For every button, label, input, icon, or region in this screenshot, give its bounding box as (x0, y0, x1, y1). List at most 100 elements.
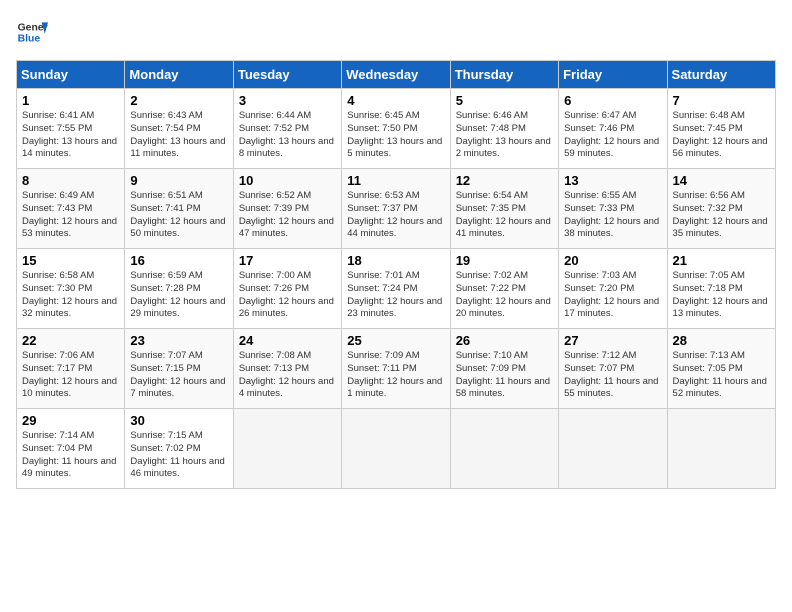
day-info: Sunrise: 6:55 AM Sunset: 7:33 PM Dayligh… (564, 190, 661, 241)
day-number: 24 (239, 333, 336, 348)
day-number: 5 (456, 93, 553, 108)
weekday-header-sunday: Sunday (17, 61, 125, 89)
day-info: Sunrise: 7:09 AM Sunset: 7:11 PM Dayligh… (347, 350, 444, 401)
day-number: 15 (22, 253, 119, 268)
calendar-cell (342, 409, 450, 489)
day-info: Sunrise: 6:48 AM Sunset: 7:45 PM Dayligh… (673, 110, 770, 161)
day-number: 23 (130, 333, 227, 348)
day-info: Sunrise: 7:05 AM Sunset: 7:18 PM Dayligh… (673, 270, 770, 321)
weekday-header-monday: Monday (125, 61, 233, 89)
day-number: 7 (673, 93, 770, 108)
day-info: Sunrise: 7:03 AM Sunset: 7:20 PM Dayligh… (564, 270, 661, 321)
calendar-cell (450, 409, 558, 489)
day-info: Sunrise: 6:49 AM Sunset: 7:43 PM Dayligh… (22, 190, 119, 241)
day-info: Sunrise: 7:12 AM Sunset: 7:07 PM Dayligh… (564, 350, 661, 401)
weekday-header-saturday: Saturday (667, 61, 775, 89)
weekday-header-tuesday: Tuesday (233, 61, 341, 89)
logo: General Blue (16, 16, 48, 48)
day-number: 27 (564, 333, 661, 348)
day-number: 20 (564, 253, 661, 268)
day-number: 3 (239, 93, 336, 108)
day-info: Sunrise: 7:02 AM Sunset: 7:22 PM Dayligh… (456, 270, 553, 321)
day-number: 11 (347, 173, 444, 188)
day-info: Sunrise: 6:45 AM Sunset: 7:50 PM Dayligh… (347, 110, 444, 161)
day-number: 18 (347, 253, 444, 268)
day-info: Sunrise: 7:10 AM Sunset: 7:09 PM Dayligh… (456, 350, 553, 401)
day-number: 22 (22, 333, 119, 348)
calendar-cell: 23 Sunrise: 7:07 AM Sunset: 7:15 PM Dayl… (125, 329, 233, 409)
day-info: Sunrise: 6:58 AM Sunset: 7:30 PM Dayligh… (22, 270, 119, 321)
calendar-cell: 4 Sunrise: 6:45 AM Sunset: 7:50 PM Dayli… (342, 89, 450, 169)
day-info: Sunrise: 6:53 AM Sunset: 7:37 PM Dayligh… (347, 190, 444, 241)
day-info: Sunrise: 7:01 AM Sunset: 7:24 PM Dayligh… (347, 270, 444, 321)
calendar-cell: 7 Sunrise: 6:48 AM Sunset: 7:45 PM Dayli… (667, 89, 775, 169)
day-info: Sunrise: 6:46 AM Sunset: 7:48 PM Dayligh… (456, 110, 553, 161)
calendar-cell: 25 Sunrise: 7:09 AM Sunset: 7:11 PM Dayl… (342, 329, 450, 409)
day-number: 13 (564, 173, 661, 188)
calendar-table: SundayMondayTuesdayWednesdayThursdayFrid… (16, 60, 776, 489)
day-number: 4 (347, 93, 444, 108)
day-number: 25 (347, 333, 444, 348)
calendar-cell: 26 Sunrise: 7:10 AM Sunset: 7:09 PM Dayl… (450, 329, 558, 409)
calendar-cell: 14 Sunrise: 6:56 AM Sunset: 7:32 PM Dayl… (667, 169, 775, 249)
logo-icon: General Blue (16, 16, 48, 48)
day-number: 6 (564, 93, 661, 108)
day-info: Sunrise: 7:15 AM Sunset: 7:02 PM Dayligh… (130, 430, 227, 481)
day-info: Sunrise: 6:54 AM Sunset: 7:35 PM Dayligh… (456, 190, 553, 241)
day-number: 14 (673, 173, 770, 188)
day-info: Sunrise: 7:00 AM Sunset: 7:26 PM Dayligh… (239, 270, 336, 321)
calendar-week-2: 8 Sunrise: 6:49 AM Sunset: 7:43 PM Dayli… (17, 169, 776, 249)
day-number: 10 (239, 173, 336, 188)
day-info: Sunrise: 6:52 AM Sunset: 7:39 PM Dayligh… (239, 190, 336, 241)
calendar-cell: 29 Sunrise: 7:14 AM Sunset: 7:04 PM Dayl… (17, 409, 125, 489)
calendar-week-4: 22 Sunrise: 7:06 AM Sunset: 7:17 PM Dayl… (17, 329, 776, 409)
calendar-cell: 16 Sunrise: 6:59 AM Sunset: 7:28 PM Dayl… (125, 249, 233, 329)
day-number: 19 (456, 253, 553, 268)
calendar-cell: 3 Sunrise: 6:44 AM Sunset: 7:52 PM Dayli… (233, 89, 341, 169)
calendar-cell: 6 Sunrise: 6:47 AM Sunset: 7:46 PM Dayli… (559, 89, 667, 169)
calendar-cell: 20 Sunrise: 7:03 AM Sunset: 7:20 PM Dayl… (559, 249, 667, 329)
day-info: Sunrise: 7:14 AM Sunset: 7:04 PM Dayligh… (22, 430, 119, 481)
page-header: General Blue (16, 16, 776, 48)
calendar-cell: 19 Sunrise: 7:02 AM Sunset: 7:22 PM Dayl… (450, 249, 558, 329)
day-info: Sunrise: 7:06 AM Sunset: 7:17 PM Dayligh… (22, 350, 119, 401)
calendar-cell: 13 Sunrise: 6:55 AM Sunset: 7:33 PM Dayl… (559, 169, 667, 249)
day-number: 30 (130, 413, 227, 428)
day-info: Sunrise: 7:07 AM Sunset: 7:15 PM Dayligh… (130, 350, 227, 401)
calendar-cell: 5 Sunrise: 6:46 AM Sunset: 7:48 PM Dayli… (450, 89, 558, 169)
calendar-cell: 17 Sunrise: 7:00 AM Sunset: 7:26 PM Dayl… (233, 249, 341, 329)
calendar-cell: 18 Sunrise: 7:01 AM Sunset: 7:24 PM Dayl… (342, 249, 450, 329)
calendar-week-3: 15 Sunrise: 6:58 AM Sunset: 7:30 PM Dayl… (17, 249, 776, 329)
calendar-cell: 24 Sunrise: 7:08 AM Sunset: 7:13 PM Dayl… (233, 329, 341, 409)
weekday-header-thursday: Thursday (450, 61, 558, 89)
calendar-cell (667, 409, 775, 489)
day-number: 17 (239, 253, 336, 268)
day-info: Sunrise: 6:51 AM Sunset: 7:41 PM Dayligh… (130, 190, 227, 241)
calendar-cell: 10 Sunrise: 6:52 AM Sunset: 7:39 PM Dayl… (233, 169, 341, 249)
svg-text:Blue: Blue (18, 34, 41, 45)
day-number: 8 (22, 173, 119, 188)
day-info: Sunrise: 7:08 AM Sunset: 7:13 PM Dayligh… (239, 350, 336, 401)
calendar-cell (233, 409, 341, 489)
calendar-cell: 27 Sunrise: 7:12 AM Sunset: 7:07 PM Dayl… (559, 329, 667, 409)
calendar-cell: 28 Sunrise: 7:13 AM Sunset: 7:05 PM Dayl… (667, 329, 775, 409)
day-number: 9 (130, 173, 227, 188)
calendar-cell: 21 Sunrise: 7:05 AM Sunset: 7:18 PM Dayl… (667, 249, 775, 329)
day-info: Sunrise: 6:47 AM Sunset: 7:46 PM Dayligh… (564, 110, 661, 161)
calendar-cell: 8 Sunrise: 6:49 AM Sunset: 7:43 PM Dayli… (17, 169, 125, 249)
day-info: Sunrise: 7:13 AM Sunset: 7:05 PM Dayligh… (673, 350, 770, 401)
day-number: 1 (22, 93, 119, 108)
day-info: Sunrise: 6:41 AM Sunset: 7:55 PM Dayligh… (22, 110, 119, 161)
weekday-header-wednesday: Wednesday (342, 61, 450, 89)
day-info: Sunrise: 6:43 AM Sunset: 7:54 PM Dayligh… (130, 110, 227, 161)
calendar-cell: 30 Sunrise: 7:15 AM Sunset: 7:02 PM Dayl… (125, 409, 233, 489)
day-number: 29 (22, 413, 119, 428)
day-number: 12 (456, 173, 553, 188)
calendar-week-1: 1 Sunrise: 6:41 AM Sunset: 7:55 PM Dayli… (17, 89, 776, 169)
calendar-cell: 1 Sunrise: 6:41 AM Sunset: 7:55 PM Dayli… (17, 89, 125, 169)
calendar-cell: 15 Sunrise: 6:58 AM Sunset: 7:30 PM Dayl… (17, 249, 125, 329)
day-info: Sunrise: 6:44 AM Sunset: 7:52 PM Dayligh… (239, 110, 336, 161)
calendar-cell: 2 Sunrise: 6:43 AM Sunset: 7:54 PM Dayli… (125, 89, 233, 169)
weekday-header-friday: Friday (559, 61, 667, 89)
day-number: 26 (456, 333, 553, 348)
